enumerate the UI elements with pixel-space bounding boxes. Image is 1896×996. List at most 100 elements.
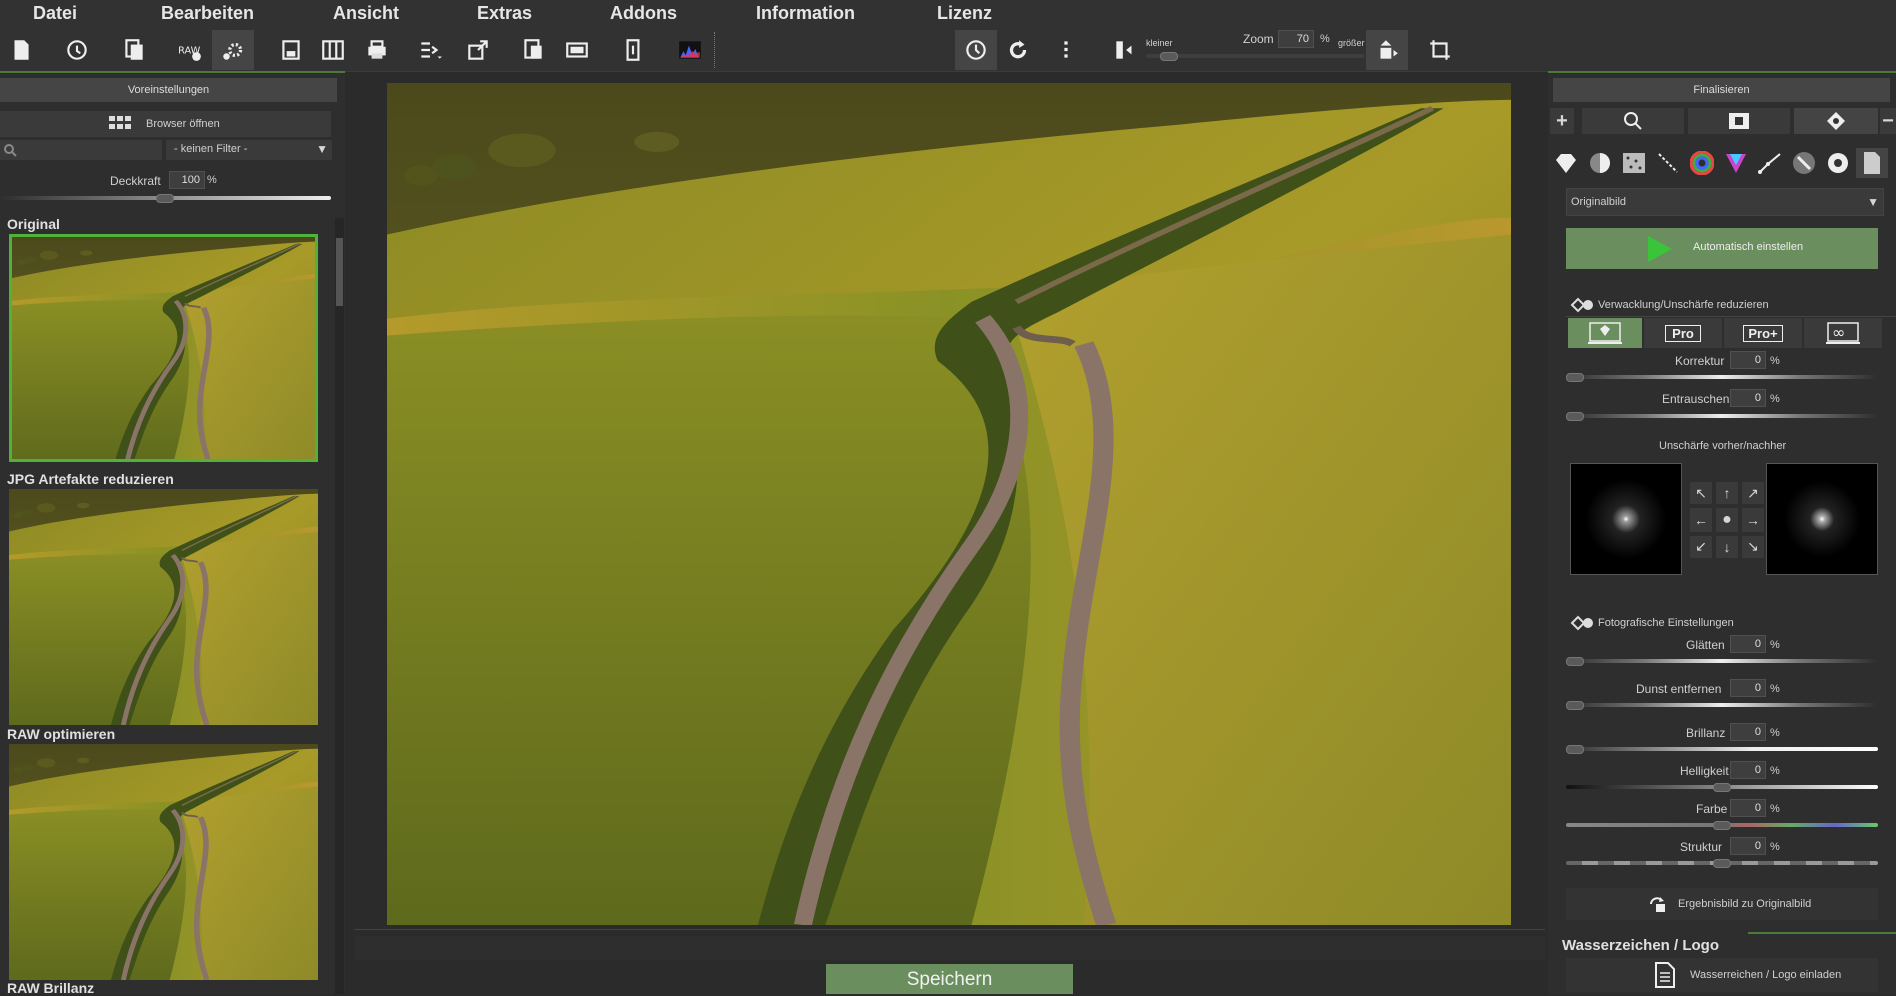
brillanz-value[interactable]: 0 [1730,723,1766,741]
zoom-in-icon[interactable] [1366,30,1408,70]
open-file-icon[interactable] [113,30,155,70]
export-icon[interactable] [409,30,451,70]
blur-mode-infinity-button[interactable]: ∞ [1804,318,1882,348]
dunst-slider[interactable] [1566,703,1878,707]
info-icon[interactable] [612,30,654,70]
arrow-down-icon[interactable]: ↓ [1716,535,1738,558]
add-icon[interactable]: + [1550,108,1574,134]
arrow-up-right-icon[interactable]: ↗ [1742,482,1764,505]
korrektur-slider[interactable] [1566,375,1878,379]
frame-icon[interactable] [1688,108,1790,134]
blur-mode-pro-plus-button[interactable]: Pro+ [1724,318,1802,348]
zoom-slider-knob[interactable] [1160,52,1178,61]
struktur-slider-knob[interactable] [1713,859,1731,868]
korrektur-slider-knob[interactable] [1566,373,1584,382]
korrektur-value[interactable]: 0 [1730,351,1766,369]
diamond-icon[interactable] [1550,148,1582,178]
share-icon[interactable] [457,30,499,70]
print-icon[interactable] [356,30,398,70]
glaetten-slider-knob[interactable] [1566,657,1584,666]
rotate-left-icon[interactable] [955,30,997,70]
rotate-right-icon[interactable] [997,30,1039,70]
blur-preview-after [1766,463,1878,575]
auto-adjust-button[interactable]: Automatisch einstellen [1566,228,1878,269]
opacity-unit: % [207,174,217,186]
glaetten-value[interactable]: 0 [1730,635,1766,653]
farbe-slider-knob[interactable] [1713,821,1731,830]
search-input[interactable] [0,140,162,160]
browser-open-button[interactable]: Browser öffnen [0,111,331,137]
raw-icon[interactable]: RAW [169,30,211,70]
history-icon[interactable] [56,30,98,70]
flip-icon[interactable] [1045,30,1087,70]
opacity-value[interactable]: 100 [169,171,205,189]
compare-icon[interactable] [556,30,598,70]
brillanz-slider-knob[interactable] [1566,745,1584,754]
menu-datei[interactable]: Datei [33,3,77,24]
brush-icon[interactable] [1788,148,1820,178]
blur-mode-standard-button[interactable] [1568,318,1642,348]
watermark-load-button[interactable]: Wasserreichen / Logo einladen [1566,958,1878,992]
preset-thumb-raw[interactable] [9,744,318,980]
menu-ansicht[interactable]: Ansicht [333,3,399,24]
preset-thumb-jpg[interactable] [9,489,318,725]
dunst-slider-knob[interactable] [1566,701,1584,710]
menu-extras[interactable]: Extras [477,3,532,24]
entrauschen-slider-knob[interactable] [1566,412,1584,421]
crop-icon[interactable] [1419,30,1461,70]
search-icon [4,144,17,157]
contrast-icon[interactable] [1584,148,1616,178]
glaetten-slider[interactable] [1566,659,1878,663]
preset-thumb-original[interactable] [9,234,318,462]
menu-bearbeiten[interactable]: Bearbeiten [161,3,254,24]
status-strip [354,936,1545,960]
arrow-left-icon[interactable]: ← [1690,508,1712,532]
zoom-slider[interactable] [1146,54,1364,58]
farbe-value[interactable]: 0 [1730,799,1766,817]
histogram-icon[interactable] [669,30,711,70]
batch-settings-icon[interactable] [212,30,254,70]
wand-icon[interactable] [1652,148,1684,178]
brillanz-slider[interactable] [1566,747,1878,751]
save-button[interactable]: Speichern [826,964,1073,994]
noise-icon[interactable] [1618,148,1650,178]
curve-icon[interactable] [1754,148,1786,178]
helligkeit-value[interactable]: 0 [1730,761,1766,779]
entrauschen-slider[interactable] [1566,414,1878,418]
arrow-down-left-icon[interactable]: ↙ [1690,535,1712,558]
arrow-up-icon[interactable]: ↑ [1716,482,1738,505]
dunst-value[interactable]: 0 [1730,679,1766,697]
document-icon[interactable] [1856,148,1888,178]
zoom-value[interactable]: 70 [1278,30,1314,48]
blur-preview-before [1570,463,1682,575]
copy-icon[interactable] [512,30,554,70]
new-file-icon[interactable] [0,30,42,70]
filter-select[interactable]: - keinen Filter - ▼ [166,140,332,160]
struktur-unit: % [1770,841,1780,853]
struktur-value[interactable]: 0 [1730,837,1766,855]
menu-lizenz[interactable]: Lizenz [937,3,992,24]
brillanz-label: Brillanz [1686,726,1726,740]
compass-icon[interactable] [1794,108,1878,134]
center-dot-icon[interactable]: ● [1716,508,1738,532]
magnifier-icon[interactable] [1582,108,1684,134]
arrow-up-left-icon[interactable]: ↖ [1690,482,1712,505]
menu-addons[interactable]: Addons [610,3,677,24]
zoom-out-icon[interactable] [1104,30,1146,70]
arrow-right-icon[interactable]: → [1742,508,1764,532]
prism-icon[interactable] [1720,148,1752,178]
mode-select[interactable]: Originalbild ▼ [1566,188,1884,216]
blur-mode-pro-button[interactable]: Pro [1644,318,1722,348]
remove-icon[interactable]: − [1880,108,1896,134]
arrow-down-right-icon[interactable]: ↘ [1742,535,1764,558]
helligkeit-slider-knob[interactable] [1713,783,1731,792]
entrauschen-value[interactable]: 0 [1730,389,1766,407]
color-wheel-icon[interactable] [1686,148,1718,178]
save-as-icon[interactable] [312,30,354,70]
aperture-icon[interactable] [1822,148,1854,178]
preset-scrollbar[interactable] [335,218,344,994]
save-icon[interactable] [270,30,312,70]
result-to-original-button[interactable]: Ergebnisbild zu Originalbild [1566,888,1878,920]
menu-information[interactable]: Information [756,3,855,24]
opacity-slider-knob[interactable] [156,194,174,203]
